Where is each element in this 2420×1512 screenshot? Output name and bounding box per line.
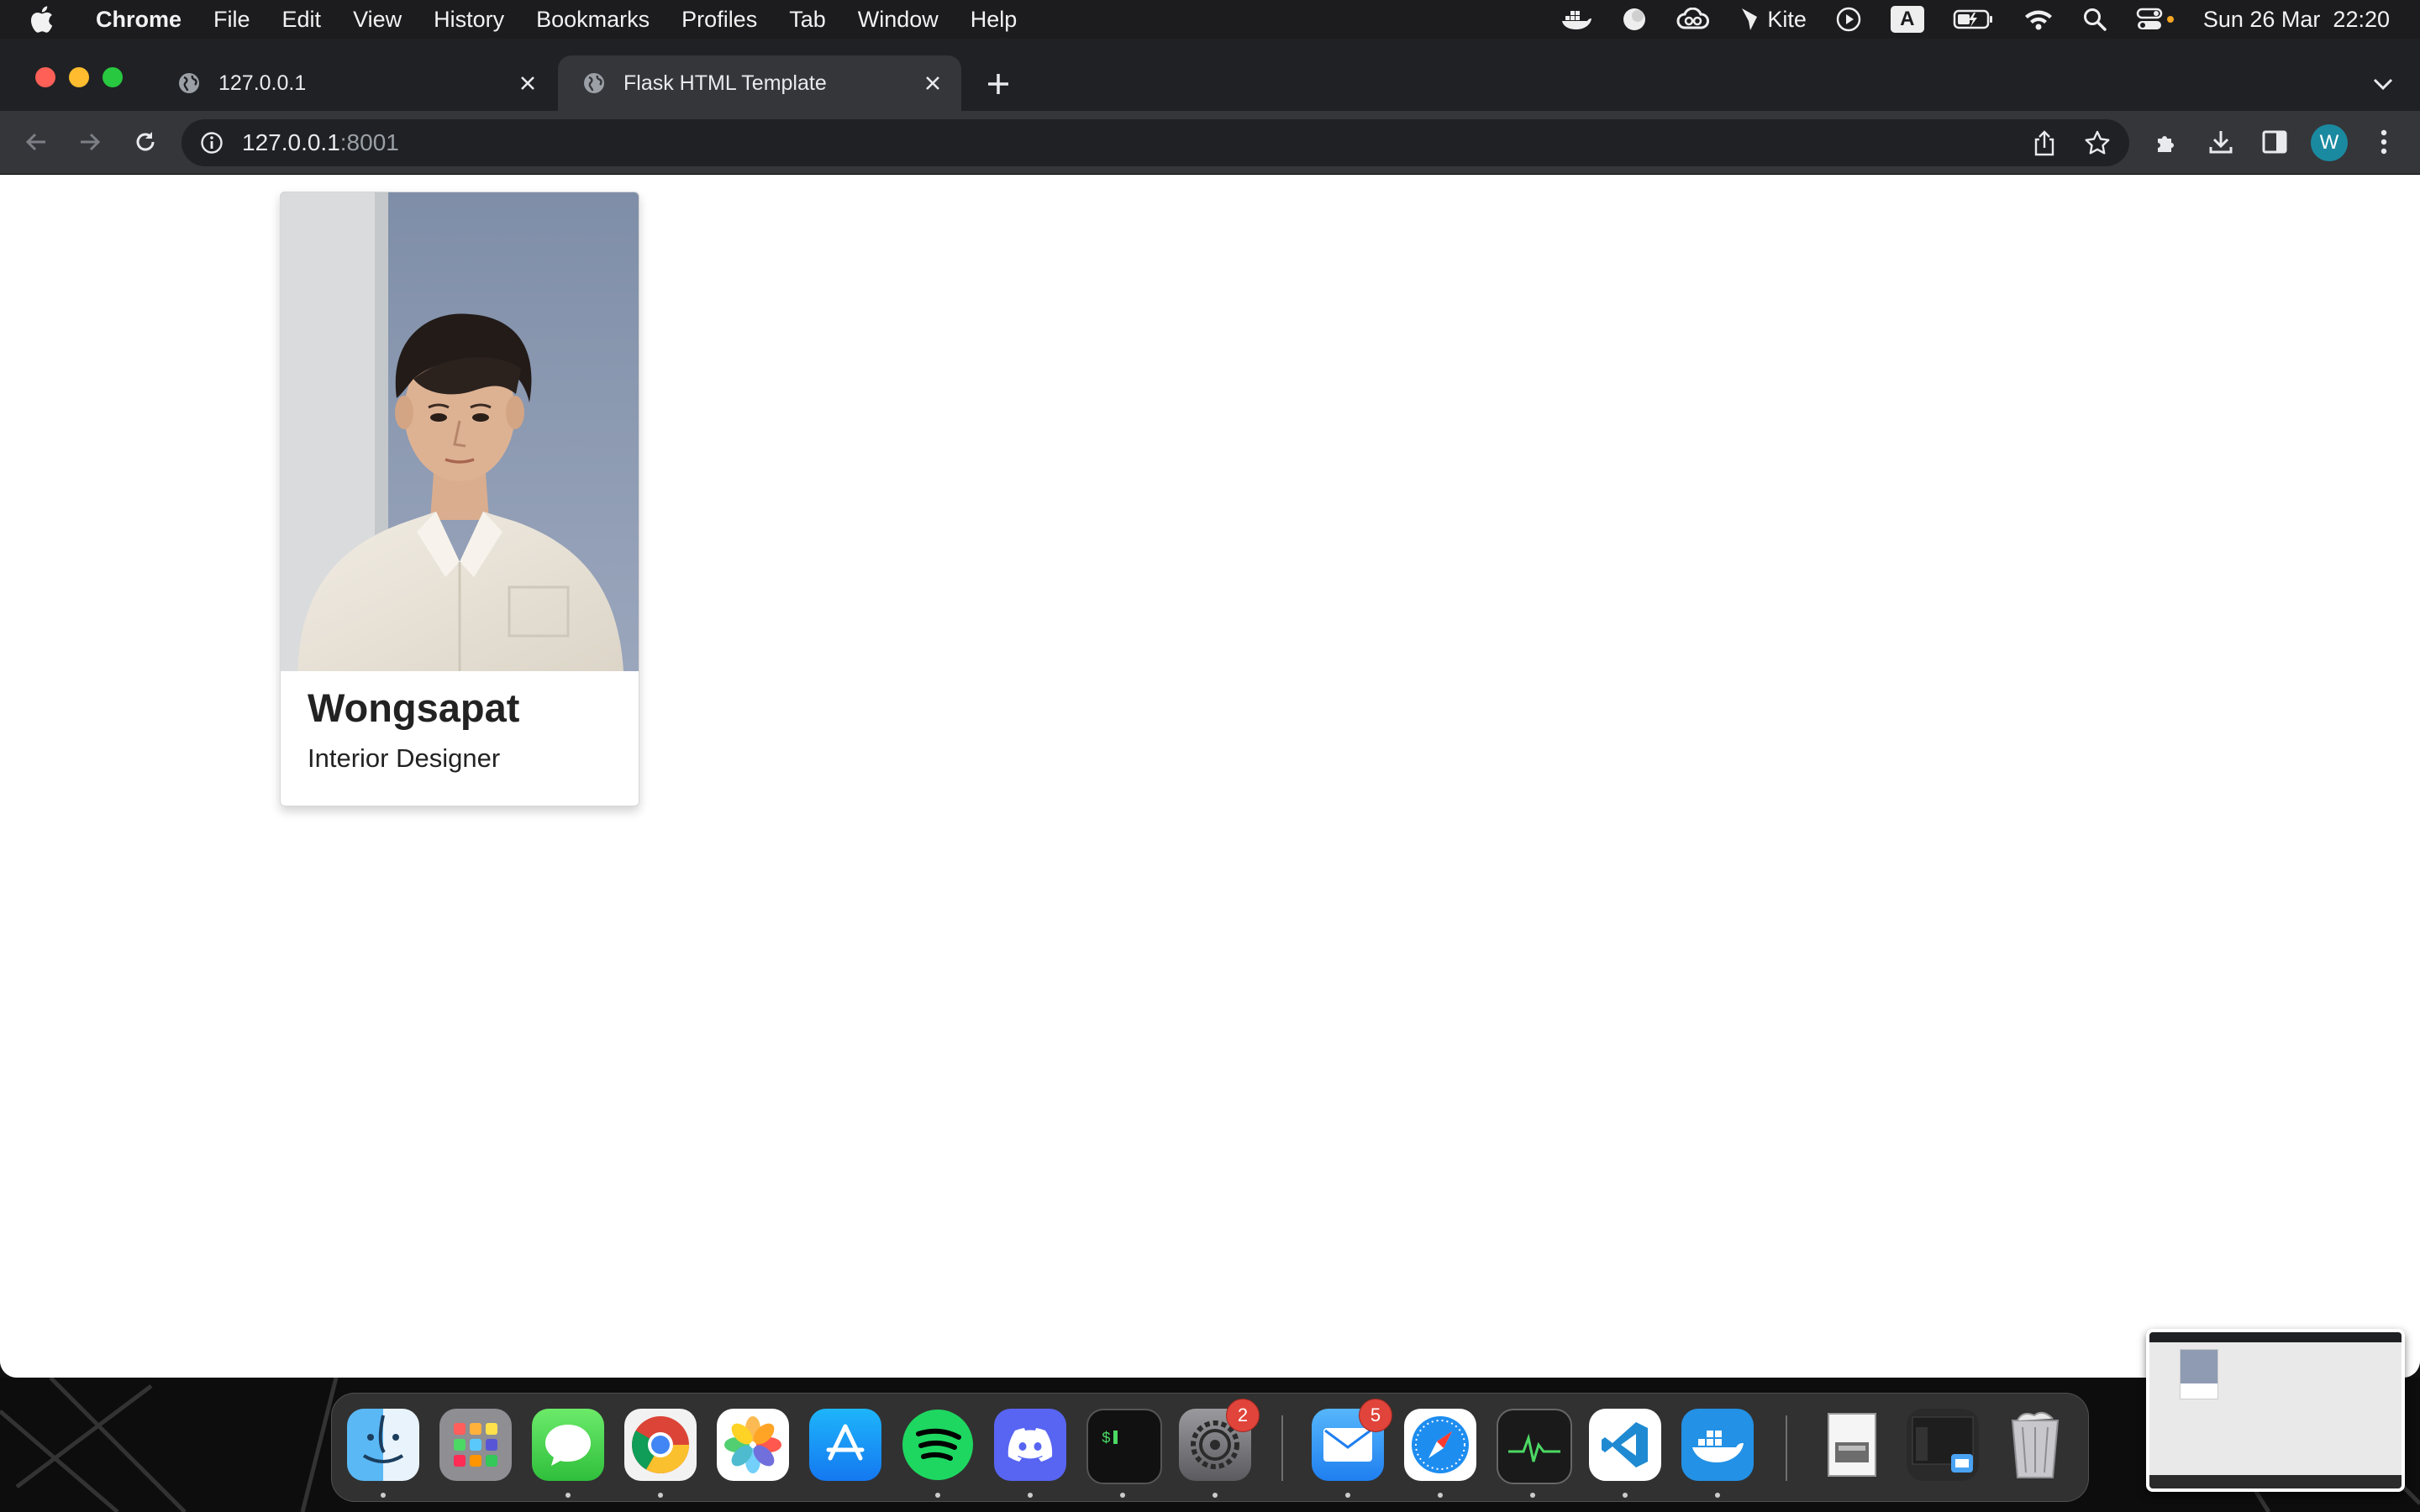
play-circle-icon[interactable] (1835, 6, 1862, 33)
screenshot-icon[interactable] (1907, 1409, 1979, 1481)
profile-photo (281, 192, 639, 671)
creative-cloud-icon[interactable] (1676, 8, 1710, 31)
spotlight-search-icon[interactable] (2082, 7, 2107, 32)
safari-icon[interactable] (1404, 1409, 1476, 1481)
bookmark-star-icon[interactable] (2084, 129, 2111, 156)
finder-running-dot (381, 1493, 386, 1498)
tab-search-chevron-icon[interactable] (2365, 66, 2402, 102)
menu-edit[interactable]: Edit (282, 7, 322, 33)
site-info-icon[interactable] (200, 131, 224, 155)
launchpad-icon[interactable] (439, 1409, 512, 1481)
svg-text:$: $ (1102, 1431, 1111, 1447)
settings-badge: 2 (1226, 1399, 1260, 1432)
close-window-button[interactable] (35, 67, 55, 87)
menu-window[interactable]: Window (858, 7, 939, 33)
kite-status[interactable]: Kite (1739, 7, 1807, 33)
app-store-icon[interactable] (809, 1409, 881, 1481)
downloads-icon[interactable] (2202, 123, 2240, 161)
menu-history[interactable]: History (434, 7, 504, 33)
url-host: 127.0.0.1 (242, 129, 340, 155)
docker-running-dot (1715, 1493, 1720, 1498)
menu-bar: Chrome File Edit View History Bookmarks … (0, 0, 2420, 39)
circle-status-icon[interactable] (1621, 6, 1648, 33)
tab-localhost[interactable]: 127.0.0.1 (153, 55, 556, 111)
mail-badge: 5 (1359, 1399, 1392, 1432)
url-port: :8001 (339, 129, 399, 155)
trash-icon[interactable] (1999, 1409, 2071, 1481)
profile-card: Wongsapat Interior Designer (280, 192, 639, 806)
reload-icon[interactable] (126, 123, 165, 161)
activity-monitor-icon[interactable] (1497, 1409, 1572, 1484)
new-tab-plus-icon[interactable] (980, 66, 1017, 102)
page-viewport: Wongsapat Interior Designer (0, 175, 2420, 1378)
close-tab-icon[interactable] (511, 66, 544, 100)
vscode-running-dot (1623, 1493, 1628, 1498)
screenshot-thumbnail[interactable] (2146, 1329, 2405, 1492)
preview-icon[interactable] (1814, 1409, 1886, 1481)
spotify-icon[interactable] (902, 1409, 974, 1481)
dock-separator (1281, 1415, 1283, 1481)
mail-running-dot (1345, 1493, 1350, 1498)
menu-bookmarks[interactable]: Bookmarks (536, 7, 650, 33)
close-tab-icon[interactable] (916, 66, 950, 100)
docker-status-icon[interactable] (1560, 8, 1592, 31)
terminal-icon[interactable]: $ (1086, 1409, 1162, 1484)
app-name-menu[interactable]: Chrome (96, 7, 182, 33)
address-bar[interactable]: 127.0.0.1:8001 (182, 119, 2129, 166)
chrome-running-dot (658, 1493, 663, 1498)
menu-file[interactable]: File (213, 7, 250, 33)
globe-icon (581, 71, 607, 96)
finder-icon[interactable] (347, 1409, 419, 1481)
browser-window: 127.0.0.1 Flask HTML Template 127.0.0.1:… (0, 39, 2420, 1378)
kite-label: Kite (1767, 6, 1807, 32)
menubar-clock[interactable]: Sun 26 Mar 22:20 (2203, 7, 2390, 33)
discord-icon[interactable] (994, 1409, 1066, 1481)
dock: $ 2 5 (331, 1393, 2089, 1502)
menu-profiles[interactable]: Profiles (681, 7, 757, 33)
battery-charging-icon[interactable] (1953, 8, 1995, 31)
input-source-indicator[interactable]: A (1890, 6, 1924, 33)
globe-icon (176, 71, 202, 96)
profile-name: Wongsapat (308, 685, 520, 730)
tab-title: 127.0.0.1 (218, 71, 307, 95)
settings-running-dot (1213, 1493, 1218, 1498)
profile-avatar[interactable]: W (2311, 124, 2348, 161)
more-menu-icon[interactable] (2365, 123, 2403, 161)
vscode-icon[interactable] (1589, 1409, 1661, 1481)
messages-running-dot (566, 1493, 571, 1498)
menu-help[interactable]: Help (971, 7, 1018, 33)
zoom-window-button[interactable] (103, 67, 123, 87)
side-panel-icon[interactable] (2255, 123, 2294, 161)
chrome-icon[interactable] (624, 1409, 697, 1481)
wifi-icon[interactable] (2023, 8, 2054, 31)
safari-running-dot (1438, 1493, 1443, 1498)
terminal-running-dot (1120, 1493, 1125, 1498)
tab-title: Flask HTML Template (623, 71, 827, 95)
activity-monitor-running-dot (1530, 1493, 1535, 1498)
photos-icon[interactable] (717, 1409, 789, 1481)
minimize-window-button[interactable] (69, 67, 89, 87)
tab-strip: 127.0.0.1 Flask HTML Template (0, 39, 2420, 111)
profile-role: Interior Designer (308, 743, 501, 773)
control-center-icon[interactable] (2136, 7, 2175, 32)
back-arrow-icon[interactable] (17, 123, 55, 161)
url-text[interactable]: 127.0.0.1:8001 (242, 129, 399, 156)
spotify-running-dot (935, 1493, 940, 1498)
menu-tab[interactable]: Tab (789, 7, 826, 33)
profile-initial: W (2319, 131, 2339, 154)
menu-view[interactable]: View (353, 7, 402, 33)
tab-flask-template[interactable]: Flask HTML Template (558, 55, 961, 111)
discord-running-dot (1028, 1493, 1033, 1498)
share-icon[interactable] (2032, 129, 2057, 156)
extensions-puzzle-icon[interactable] (2148, 123, 2186, 161)
messages-icon[interactable] (532, 1409, 604, 1481)
input-source-label: A (1900, 8, 1915, 30)
forward-arrow-icon[interactable] (71, 123, 109, 161)
dock-separator (1786, 1415, 1787, 1481)
docker-icon[interactable] (1681, 1409, 1754, 1481)
browser-toolbar: 127.0.0.1:8001 W (0, 111, 2420, 175)
apple-menu-icon[interactable] (29, 5, 64, 34)
